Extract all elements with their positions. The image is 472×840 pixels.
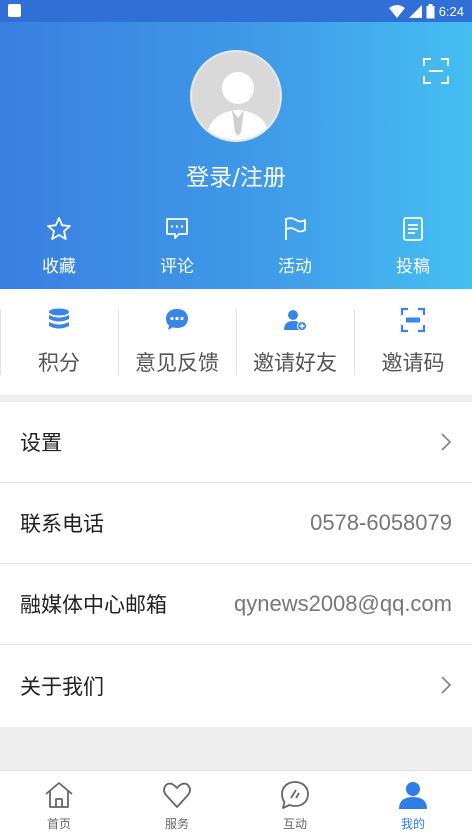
feature-invite-code-label: 邀请码 xyxy=(381,351,445,375)
battery-icon xyxy=(426,3,435,18)
email-value: qynews2008@qq.com xyxy=(233,591,452,617)
tab-services[interactable]: 服务 xyxy=(118,771,236,840)
tab-services-label: 服务 xyxy=(164,817,189,831)
database-icon xyxy=(49,308,69,329)
tab-home[interactable]: 首页 xyxy=(0,771,118,840)
notification-icon xyxy=(8,4,21,17)
avatar[interactable] xyxy=(190,50,282,142)
feature-points[interactable]: 积分 xyxy=(0,289,118,395)
quick-favorites[interactable]: 收藏 xyxy=(0,216,118,282)
chevron-right-icon xyxy=(441,433,452,451)
feature-invite-friends-label: 邀请好友 xyxy=(253,351,337,375)
tab-home-label: 首页 xyxy=(46,817,71,831)
quick-actions: 收藏 评论 活动 投稿 xyxy=(0,216,472,282)
code-box-icon xyxy=(400,307,426,333)
status-bar: 6:24 xyxy=(0,0,472,22)
flag-icon xyxy=(285,217,306,240)
tab-interaction-label: 互动 xyxy=(282,817,307,831)
user-icon xyxy=(399,782,427,809)
feature-points-label: 积分 xyxy=(38,351,80,375)
quick-submit[interactable]: 投稿 xyxy=(354,216,472,282)
document-icon xyxy=(403,217,423,241)
list-item-about[interactable]: 关于我们 xyxy=(0,645,472,727)
list-item-email[interactable]: 融媒体中心邮箱 qynews2008@qq.com xyxy=(0,564,472,645)
bottom-tab-bar: 首页 服务 互动 我的 xyxy=(0,770,472,840)
settings-label: 设置 xyxy=(20,431,62,455)
quick-activities-label: 活动 xyxy=(278,257,312,277)
default-avatar-icon xyxy=(206,72,270,140)
about-label: 关于我们 xyxy=(20,675,104,699)
tab-mine[interactable]: 我的 xyxy=(354,771,472,840)
quick-comments-label: 评论 xyxy=(160,257,194,277)
feature-row: 积分 意见反馈 邀请好友 邀请码 xyxy=(0,289,472,395)
comment-icon xyxy=(166,218,188,239)
chat-bubble-icon xyxy=(166,309,188,330)
login-register-link[interactable]: 登录/注册 xyxy=(0,158,472,192)
settings-list: 设置 联系电话 0578-6058079 融媒体中心邮箱 qynews2008@… xyxy=(0,402,472,727)
feature-invite-friends[interactable]: 邀请好友 xyxy=(236,289,354,395)
heart-icon xyxy=(163,782,191,808)
feature-invite-code[interactable]: 邀请码 xyxy=(354,289,472,395)
star-icon xyxy=(47,217,71,240)
phone-value: 0578-6058079 xyxy=(310,510,452,536)
tab-interaction[interactable]: 互动 xyxy=(236,771,354,840)
add-user-icon xyxy=(284,310,307,331)
feature-feedback-label: 意见反馈 xyxy=(135,351,219,375)
wifi-icon xyxy=(388,4,405,18)
tab-mine-label: 我的 xyxy=(400,817,425,831)
list-item-settings[interactable]: 设置 xyxy=(0,402,472,483)
phone-label: 联系电话 xyxy=(20,512,104,536)
quick-comments[interactable]: 评论 xyxy=(118,216,236,282)
feature-feedback[interactable]: 意见反馈 xyxy=(118,289,236,395)
list-item-phone[interactable]: 联系电话 0578-6058079 xyxy=(0,483,472,564)
interaction-bubble-icon xyxy=(281,781,309,809)
quick-favorites-label: 收藏 xyxy=(42,257,76,277)
email-label: 融媒体中心邮箱 xyxy=(20,593,167,617)
home-icon xyxy=(45,782,73,808)
scan-icon[interactable] xyxy=(422,57,450,85)
signal-icon xyxy=(408,4,422,18)
quick-activities[interactable]: 活动 xyxy=(236,216,354,282)
chevron-right-icon xyxy=(441,676,452,694)
profile-header: 登录/注册 收藏 评论 活动 投稿 xyxy=(0,22,472,289)
quick-submit-label: 投稿 xyxy=(396,257,430,277)
status-time: 6:24 xyxy=(438,3,464,19)
